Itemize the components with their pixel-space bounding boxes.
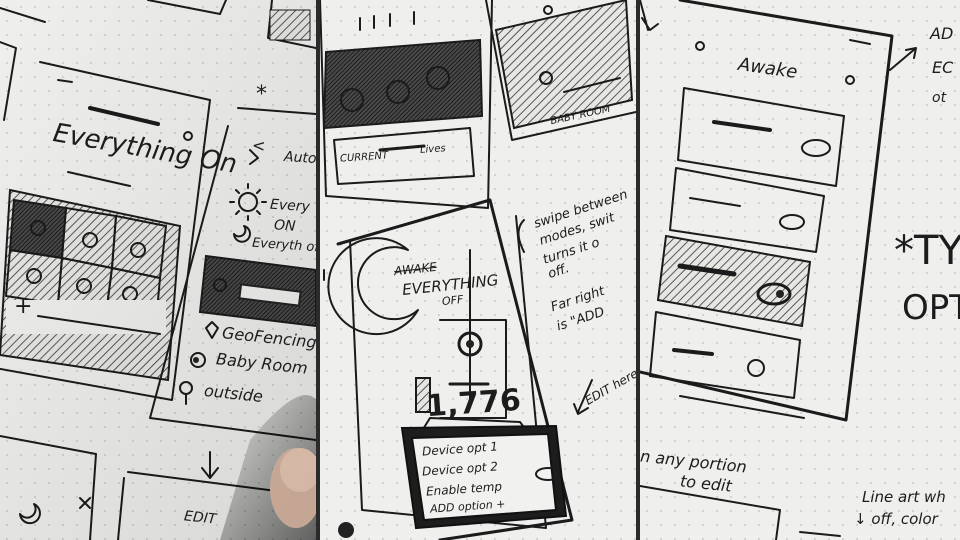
off-label: OFF (441, 292, 464, 309)
note-type-options-1: *TYP (894, 228, 960, 274)
mode-label-on: ON (273, 217, 297, 235)
middle-sketch-drawing (320, 0, 636, 540)
add-plus: + (14, 294, 33, 319)
left-sketch-drawing (0, 0, 316, 540)
note-top-1: AD (930, 24, 954, 43)
note-top-3: ot (932, 90, 947, 106)
left-sketch-photo: Everything On + < Auto * Every ON Everyt… (0, 0, 316, 540)
mode-label-every: Every (269, 196, 311, 216)
big-number-1776: 1,776 (424, 382, 523, 425)
back-arrow: < (251, 135, 267, 156)
card-4 (649, 311, 801, 399)
auto-header: Auto (283, 148, 316, 168)
note-bottom-right-1: Line art wh (862, 488, 946, 506)
lives-label: Lives (419, 143, 446, 156)
right-sketch-photo: Awake AD EC ot *TYP OPTI n any portion t… (640, 0, 960, 540)
note-top-2: EC (932, 58, 954, 77)
middle-sketch-photo: CURRENT Lives BABY ROOM AWAKE EVERYTHING… (320, 0, 636, 540)
note-type-options-2: OPTI (902, 288, 960, 328)
asterisk-mark: * (256, 82, 267, 107)
card-1 (677, 87, 845, 187)
dark-header-card (322, 38, 484, 130)
note-bottom-right-2: ↓ off, color (854, 510, 938, 528)
edit-label: EDIT (183, 508, 218, 528)
baby-room-card (494, 0, 634, 130)
card-3-selected (656, 234, 812, 328)
